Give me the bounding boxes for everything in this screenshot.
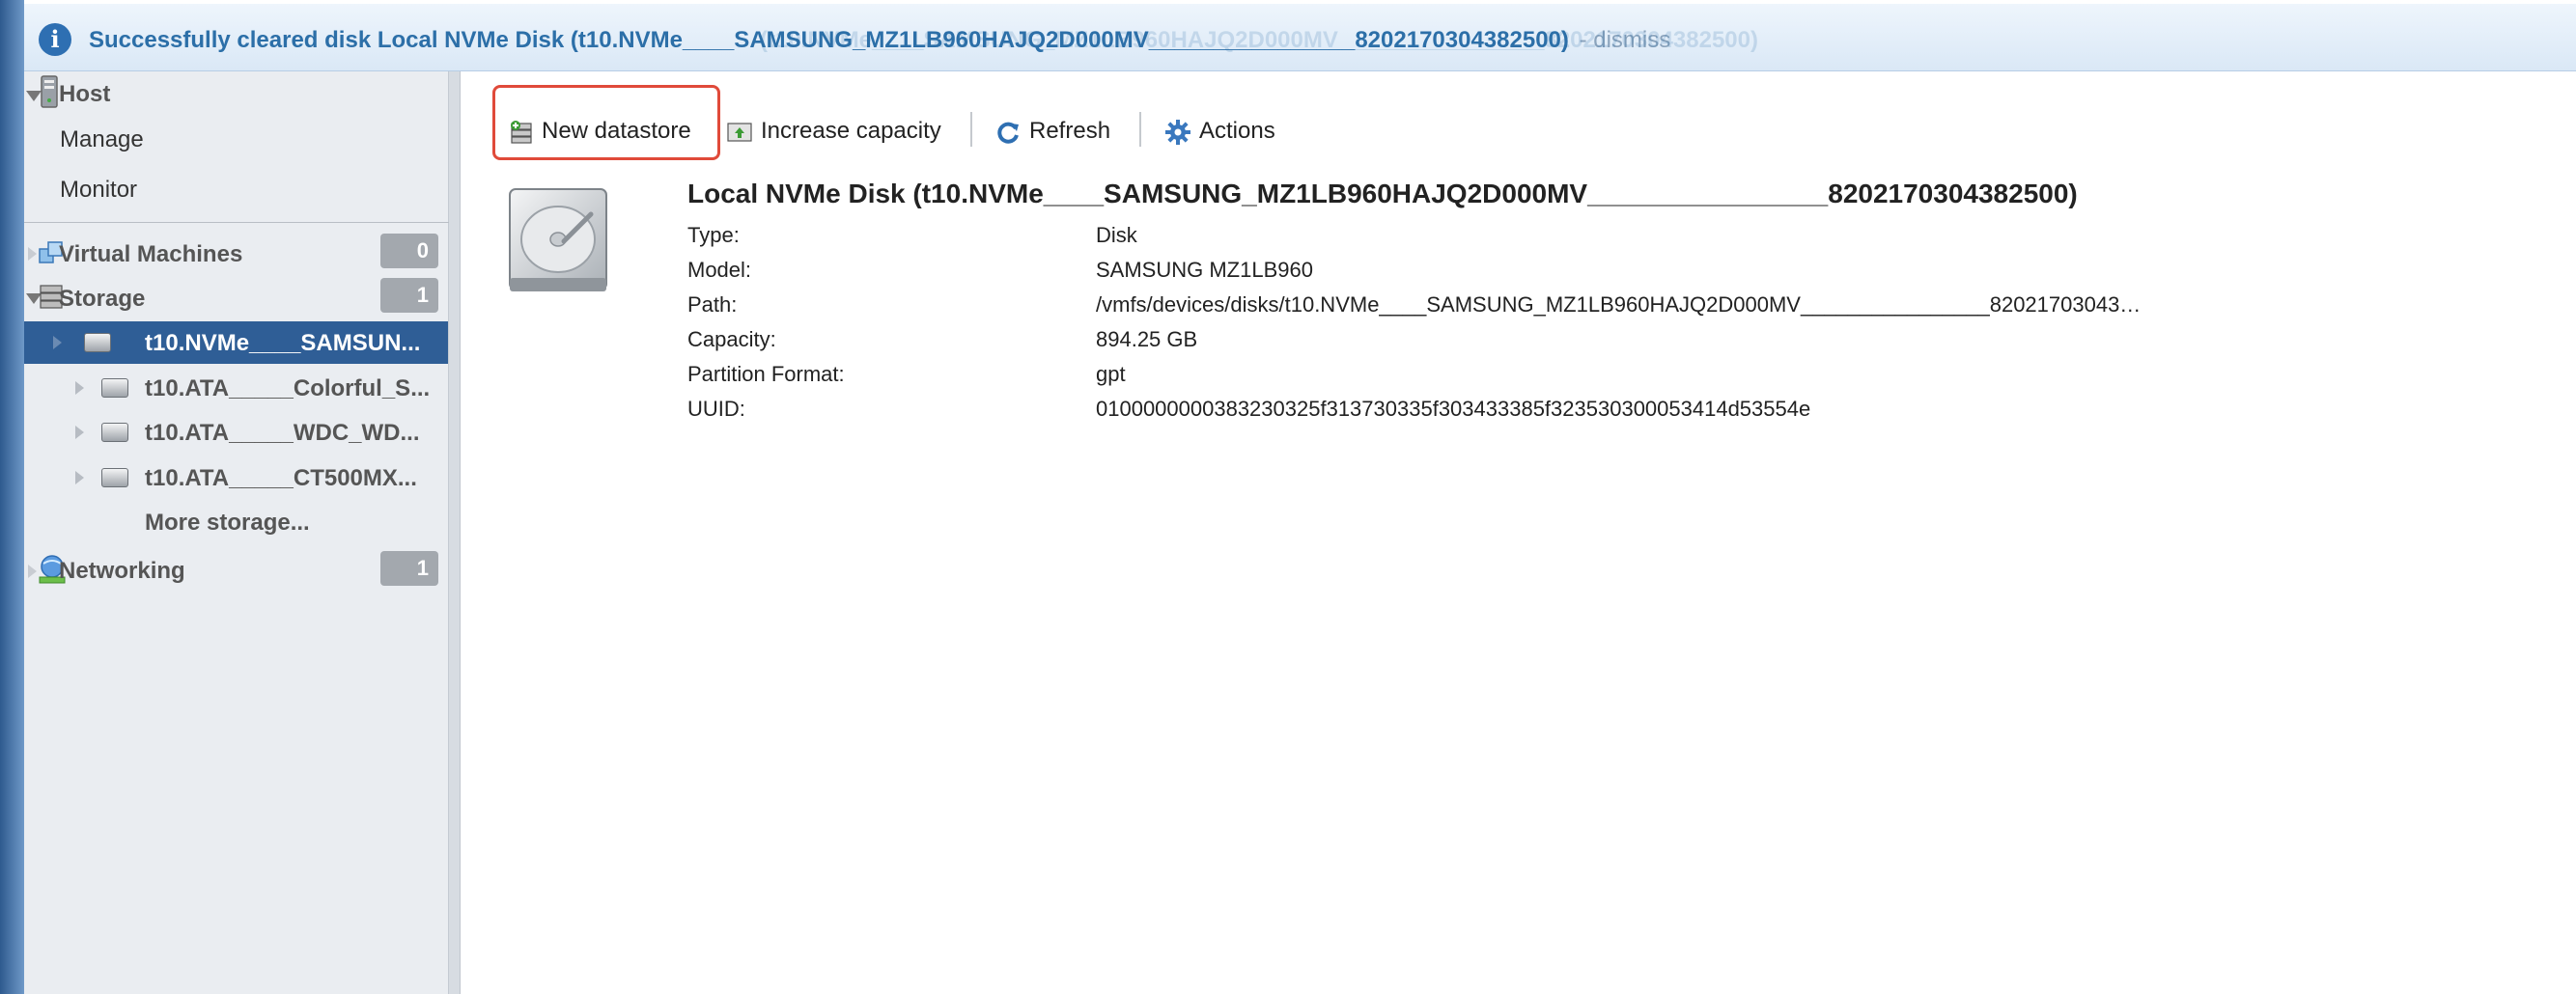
- window-left-edge: [0, 0, 24, 994]
- uuid-value: 0100000000383230325f313730335f303433385f…: [1096, 397, 1811, 421]
- type-value: Disk: [1096, 223, 1137, 247]
- disk-icon: [101, 423, 128, 442]
- capacity-label: Capacity:: [687, 327, 776, 351]
- hard-disk-icon: [509, 188, 607, 291]
- expand-arrow-icon[interactable]: [75, 426, 84, 439]
- expand-arrow-icon[interactable]: [53, 336, 62, 349]
- type-label: Type:: [687, 223, 740, 247]
- notification-banner: i Successfully cleared disk Local NVMe D…: [24, 4, 2576, 71]
- expand-arrow-icon[interactable]: [75, 381, 84, 395]
- expand-arrow-icon[interactable]: [75, 471, 84, 484]
- refresh-button[interactable]: Refresh: [996, 110, 1110, 152]
- storage-count-badge: 1: [380, 278, 438, 313]
- actions-label: Actions: [1199, 118, 1275, 144]
- disk-icon: [84, 333, 111, 352]
- networking-expand-arrow-icon[interactable]: [28, 565, 37, 578]
- notification-message: Successfully cleared disk Local NVMe Dis…: [89, 27, 1758, 54]
- partition-format-value: gpt: [1096, 362, 1126, 386]
- sidebar-item-networking[interactable]: Networking: [59, 558, 185, 585]
- sidebar-item-virtual-machines[interactable]: Virtual Machines: [59, 241, 242, 268]
- notification-overlap-text: (t10.NVMe____SAMSUNG_MZ1LB960HAJQ2D000MV…: [760, 27, 1758, 53]
- host-icon: [41, 75, 58, 108]
- navigator-sidebar: Host Manage Monitor Virtual Machines 0 S…: [24, 71, 449, 994]
- storage-item-ct500[interactable]: t10.ATA_____CT500MX...: [145, 465, 417, 492]
- more-storage-link[interactable]: More storage...: [145, 510, 310, 537]
- capacity-value: 894.25 GB: [1096, 327, 1198, 351]
- model-label: Model:: [687, 258, 752, 282]
- gear-icon: [1165, 119, 1190, 145]
- disk-icon: [101, 378, 128, 398]
- path-label: Path:: [687, 292, 738, 317]
- sidebar-resize-splitter[interactable]: [449, 71, 461, 994]
- vms-expand-arrow-icon[interactable]: [28, 247, 37, 261]
- info-icon: i: [39, 23, 71, 56]
- storage-item-wdc[interactable]: t10.ATA_____WDC_WD...: [145, 420, 420, 447]
- sidebar-item-storage[interactable]: Storage: [59, 286, 145, 313]
- sidebar-divider: [24, 222, 449, 223]
- sidebar-item-manage[interactable]: Manage: [60, 126, 144, 153]
- toolbar-separator: [970, 112, 972, 147]
- disk-title: Local NVMe Disk (t10.NVMe____SAMSUNG_MZ1…: [687, 179, 2078, 208]
- increase-capacity-label: Increase capacity: [761, 118, 941, 144]
- storage-item-colorful[interactable]: t10.ATA_____Colorful_S...: [145, 375, 430, 402]
- refresh-label: Refresh: [1029, 118, 1111, 144]
- networking-count-badge: 1: [380, 551, 438, 586]
- disk-icon: [101, 468, 128, 487]
- model-value: SAMSUNG MZ1LB960: [1096, 258, 1313, 282]
- partition-format-label: Partition Format:: [687, 362, 845, 386]
- refresh-icon: [997, 122, 1019, 144]
- actions-button[interactable]: Actions: [1164, 110, 1275, 152]
- new-datastore-highlight: [492, 85, 720, 160]
- sidebar-item-host[interactable]: Host: [59, 81, 110, 108]
- storage-item-nvme[interactable]: t10.NVMe____SAMSUN...: [145, 330, 420, 357]
- path-value: /vmfs/devices/disks/t10.NVMe____SAMSUNG_…: [1096, 292, 2142, 317]
- uuid-label: UUID:: [687, 397, 745, 421]
- main-panel: New datastore Increase capacity Refresh: [461, 71, 2576, 994]
- sidebar-item-monitor[interactable]: Monitor: [60, 177, 137, 204]
- toolbar-separator: [1139, 112, 1141, 147]
- increase-capacity-icon: [727, 123, 752, 142]
- vm-count-badge: 0: [380, 234, 438, 268]
- increase-capacity-button[interactable]: Increase capacity: [726, 110, 941, 152]
